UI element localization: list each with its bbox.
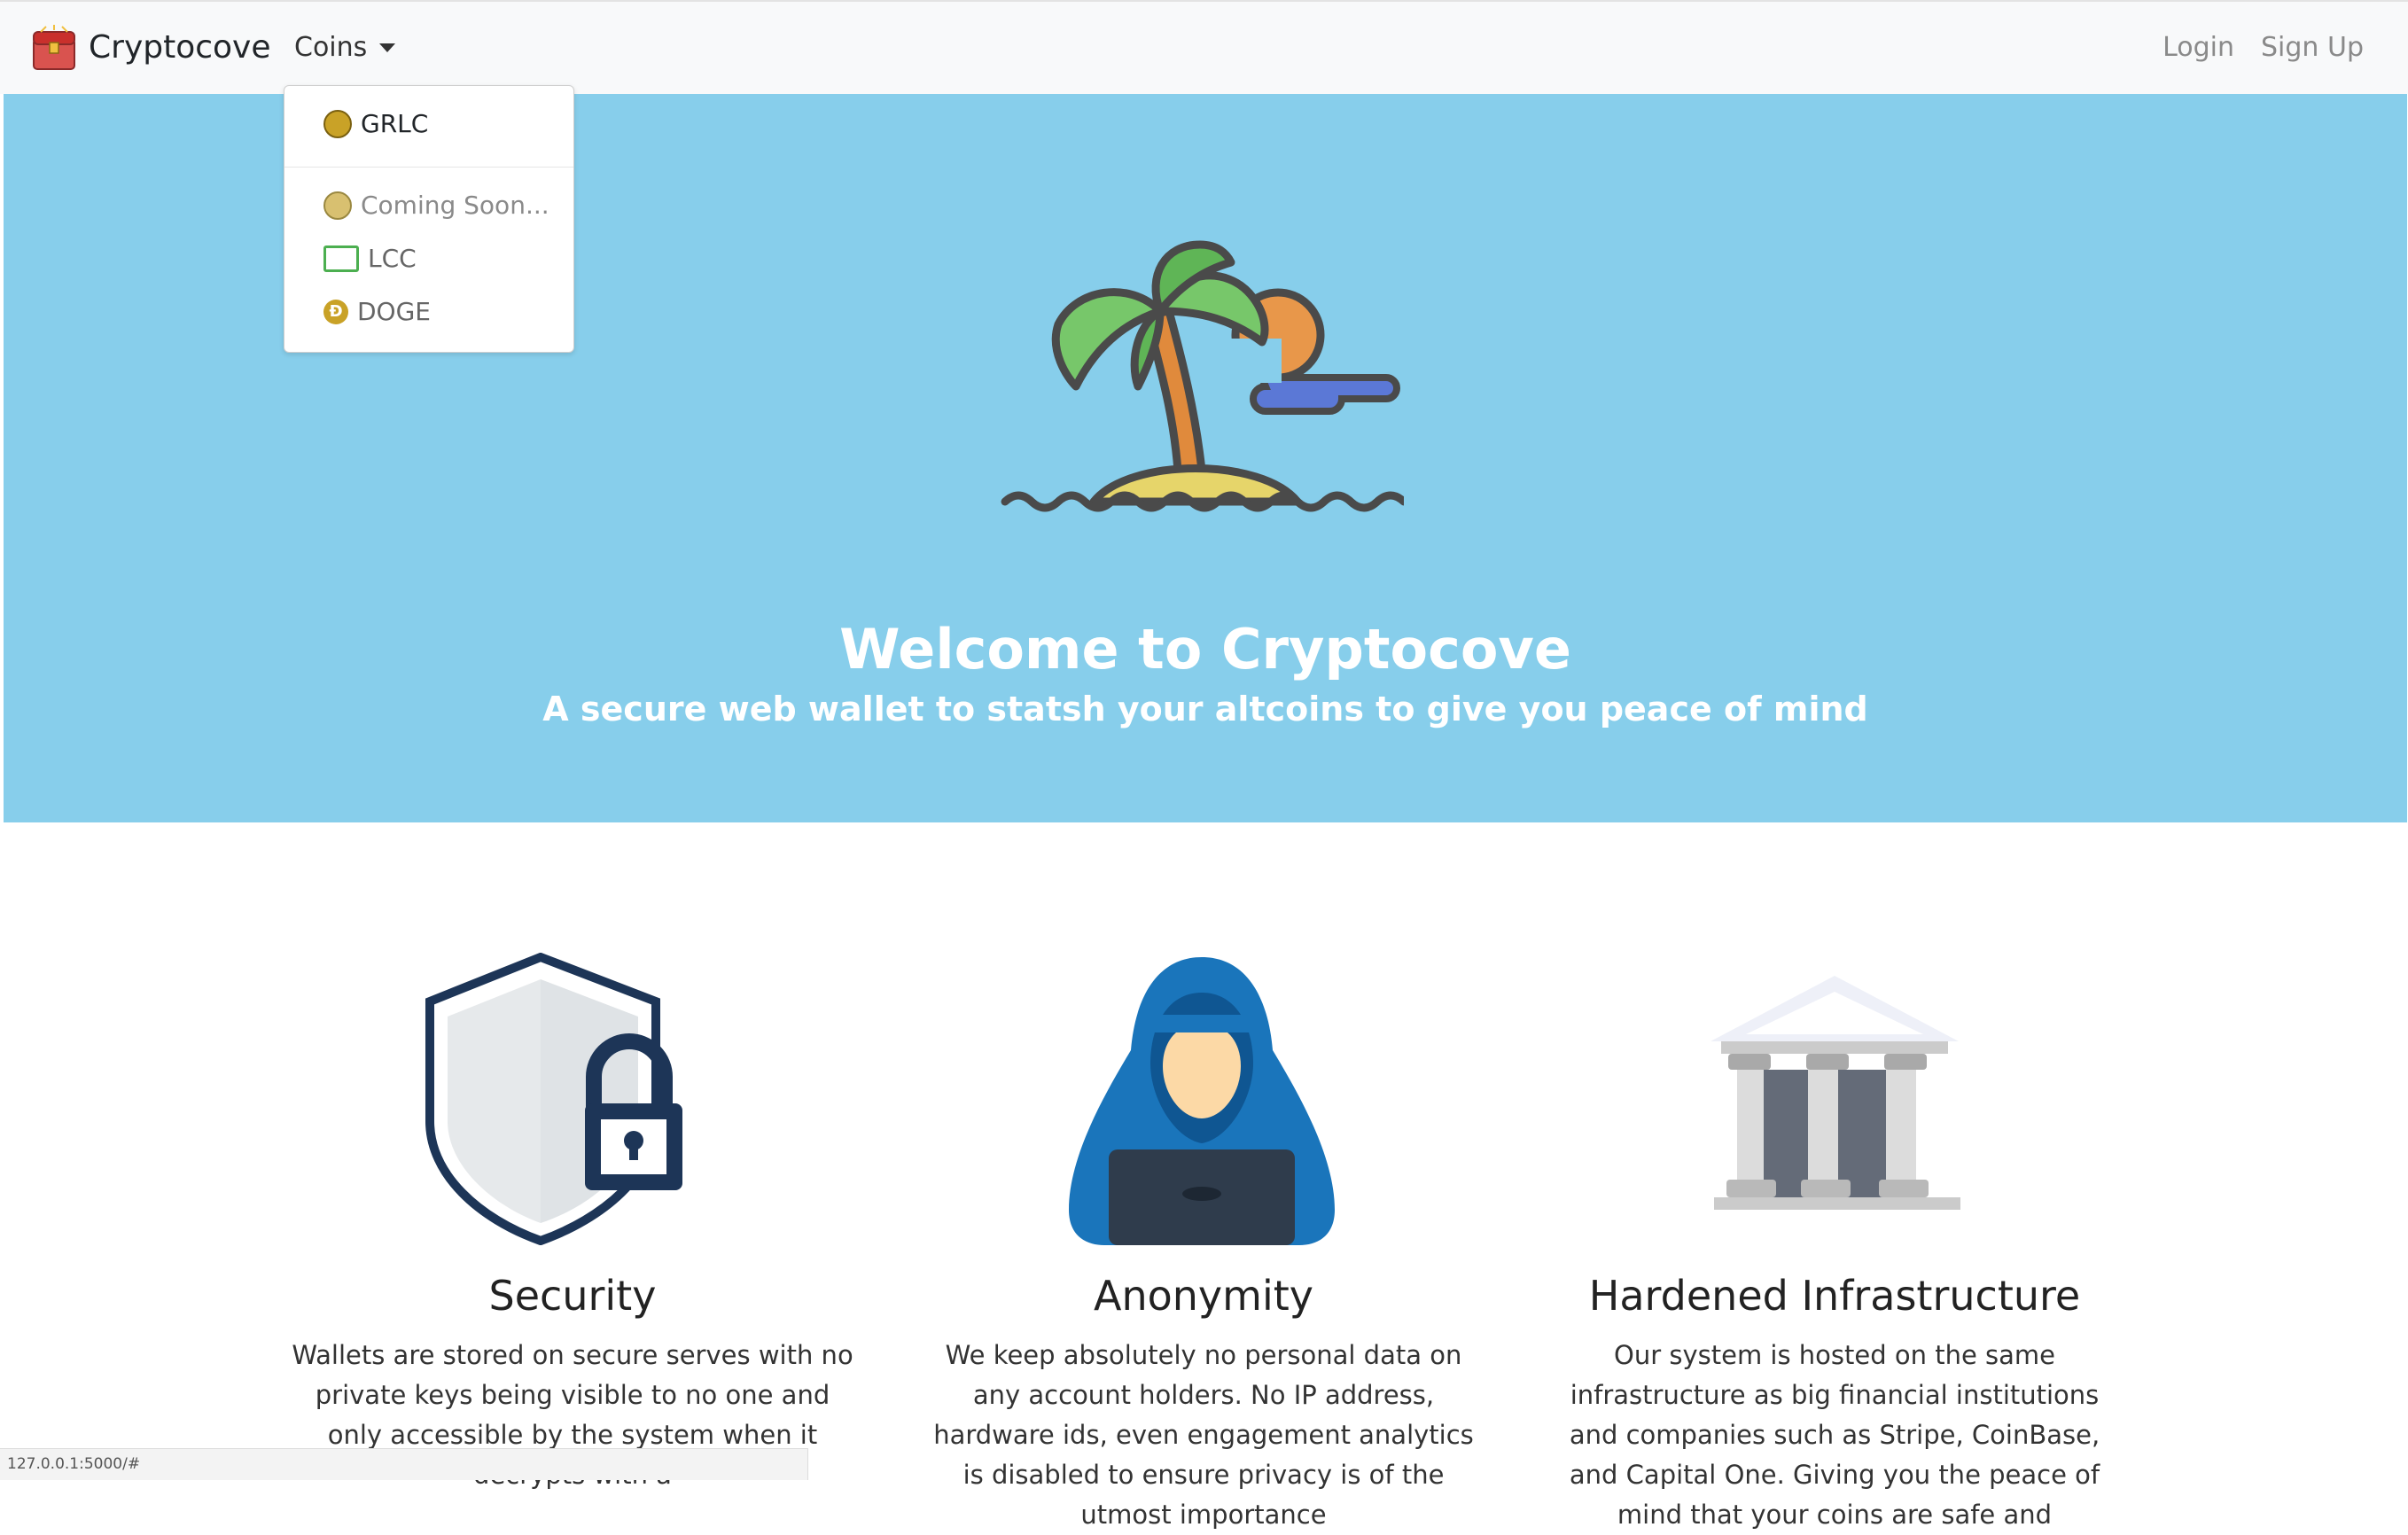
coin-icon — [323, 191, 352, 220]
signup-link[interactable]: Sign Up — [2261, 32, 2364, 63]
dropdown-divider — [284, 167, 573, 168]
dropdown-item-label: LCC — [368, 244, 417, 273]
island-palm-icon — [1001, 240, 1404, 512]
feature-text: Our system is hosted on the same infrast… — [1569, 1340, 2100, 1530]
dropdown-item-label: DOGE — [357, 297, 431, 326]
coins-dropdown-toggle[interactable]: Coins — [294, 32, 396, 63]
dropdown-item-label: GRLC — [361, 109, 429, 138]
hero-subtitle: A secure web wallet to statsh your altco… — [542, 690, 1868, 729]
login-link[interactable]: Login — [2163, 32, 2234, 63]
dropdown-item-lcc[interactable]: LCC — [323, 244, 417, 273]
grlc-coin-icon — [323, 109, 352, 138]
hero-title: Welcome to Cryptocove — [839, 617, 1571, 682]
bank-building-icon — [1711, 976, 1960, 1210]
feature-title: Hardened Infrastructure — [1588, 1272, 2081, 1320]
coins-dropdown-menu: GRLC Coming Soon... LCC Ð DOGE — [284, 85, 574, 353]
dropdown-item-grlc[interactable]: GRLC — [323, 109, 428, 138]
coins-label: Coins — [294, 32, 368, 63]
feature-title: Anonymity — [1094, 1272, 1313, 1320]
dropdown-item-coming-soon[interactable]: Coming Soon... — [323, 191, 549, 220]
brand-link[interactable]: Cryptocove — [30, 23, 271, 73]
feature-infrastructure: Hardened Infrastructure Our system is ho… — [1516, 1272, 2154, 1535]
lcc-coin-icon — [323, 245, 359, 272]
hooded-hacker-icon — [1069, 957, 1335, 1245]
feature-title: Security — [488, 1272, 657, 1320]
brand-name: Cryptocove — [89, 29, 271, 66]
dropdown-item-label: Coming Soon... — [361, 191, 549, 220]
doge-coin-icon: Ð — [323, 299, 348, 324]
nav-auth-links: Login Sign Up — [2163, 32, 2364, 63]
caret-down-icon — [379, 43, 396, 52]
browser-status-url: 127.0.0.1:5000/# — [0, 1448, 808, 1480]
feature-anonymity: Anonymity We keep absolutely no personal… — [884, 1272, 1523, 1535]
feature-text: We keep absolutely no personal data on a… — [933, 1340, 1474, 1530]
treasure-chest-icon — [33, 25, 75, 70]
shield-lock-icon — [425, 953, 682, 1245]
navbar: Cryptocove Coins Login Sign Up — [0, 0, 2408, 94]
dropdown-item-doge[interactable]: Ð DOGE — [323, 297, 431, 326]
